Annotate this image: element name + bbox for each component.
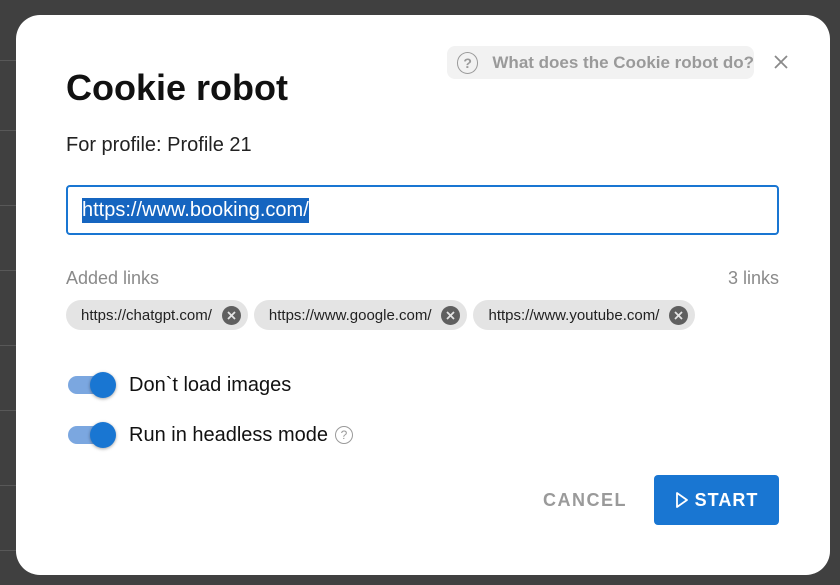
option-headless-mode: Run in headless mode ? [68, 422, 354, 448]
link-chip-label: https://chatgpt.com/ [81, 306, 212, 324]
profile-label: For profile: Profile 21 [66, 134, 252, 156]
remove-link-button[interactable] [669, 305, 689, 325]
link-chip: https://www.google.com/ [253, 300, 468, 330]
remove-link-button[interactable] [221, 305, 241, 325]
link-chip: https://www.youtube.com/ [473, 300, 696, 330]
start-button[interactable]: START [654, 475, 779, 525]
toggle-thumb [90, 422, 116, 448]
link-chip: https://chatgpt.com/ [66, 300, 248, 330]
background-row-divider [0, 60, 16, 61]
background-row-divider [0, 205, 16, 206]
help-link[interactable]: ? What does the Cookie robot do? [447, 46, 754, 79]
background-row-divider [0, 270, 16, 271]
background-row-divider [0, 130, 16, 131]
url-input-value: https://www.booking.com/ [82, 197, 309, 223]
remove-circle-icon [227, 310, 236, 320]
cancel-button[interactable]: CANCEL [530, 480, 640, 520]
headless-mode-toggle[interactable] [68, 422, 116, 448]
remove-circle-icon [674, 310, 684, 320]
option-dont-load-images: Don`t load images [68, 372, 291, 398]
help-circle-icon[interactable]: ? [335, 426, 354, 444]
help-circle-icon: ? [457, 51, 479, 74]
link-chip-list: https://chatgpt.com/ https://www.google.… [66, 300, 696, 330]
link-chip-label: https://www.google.com/ [268, 306, 432, 324]
dont-load-images-toggle[interactable] [68, 372, 116, 398]
dialog-title: Cookie robot [66, 67, 288, 108]
background-row-divider [0, 410, 16, 411]
close-button[interactable] [772, 53, 790, 71]
help-link-label: What does the Cookie robot do? [492, 52, 754, 72]
toggle-thumb [90, 372, 116, 398]
url-input[interactable]: https://www.booking.com/ [66, 185, 779, 235]
link-chip-label: https://www.youtube.com/ [488, 306, 660, 324]
cookie-robot-dialog: ? What does the Cookie robot do? Cookie … [16, 15, 830, 575]
links-count: 3 links [727, 268, 779, 288]
added-links-label: Added links [66, 268, 160, 288]
headless-mode-label: Run in headless mode [129, 423, 329, 446]
background-row-divider [0, 485, 16, 486]
background-row-divider [0, 345, 16, 346]
play-icon [675, 492, 688, 508]
background-row-divider [0, 550, 16, 551]
start-button-label: START [694, 489, 759, 510]
close-icon [774, 55, 788, 69]
remove-circle-icon [446, 310, 456, 320]
remove-link-button[interactable] [441, 305, 461, 325]
dont-load-images-label: Don`t load images [129, 373, 292, 396]
